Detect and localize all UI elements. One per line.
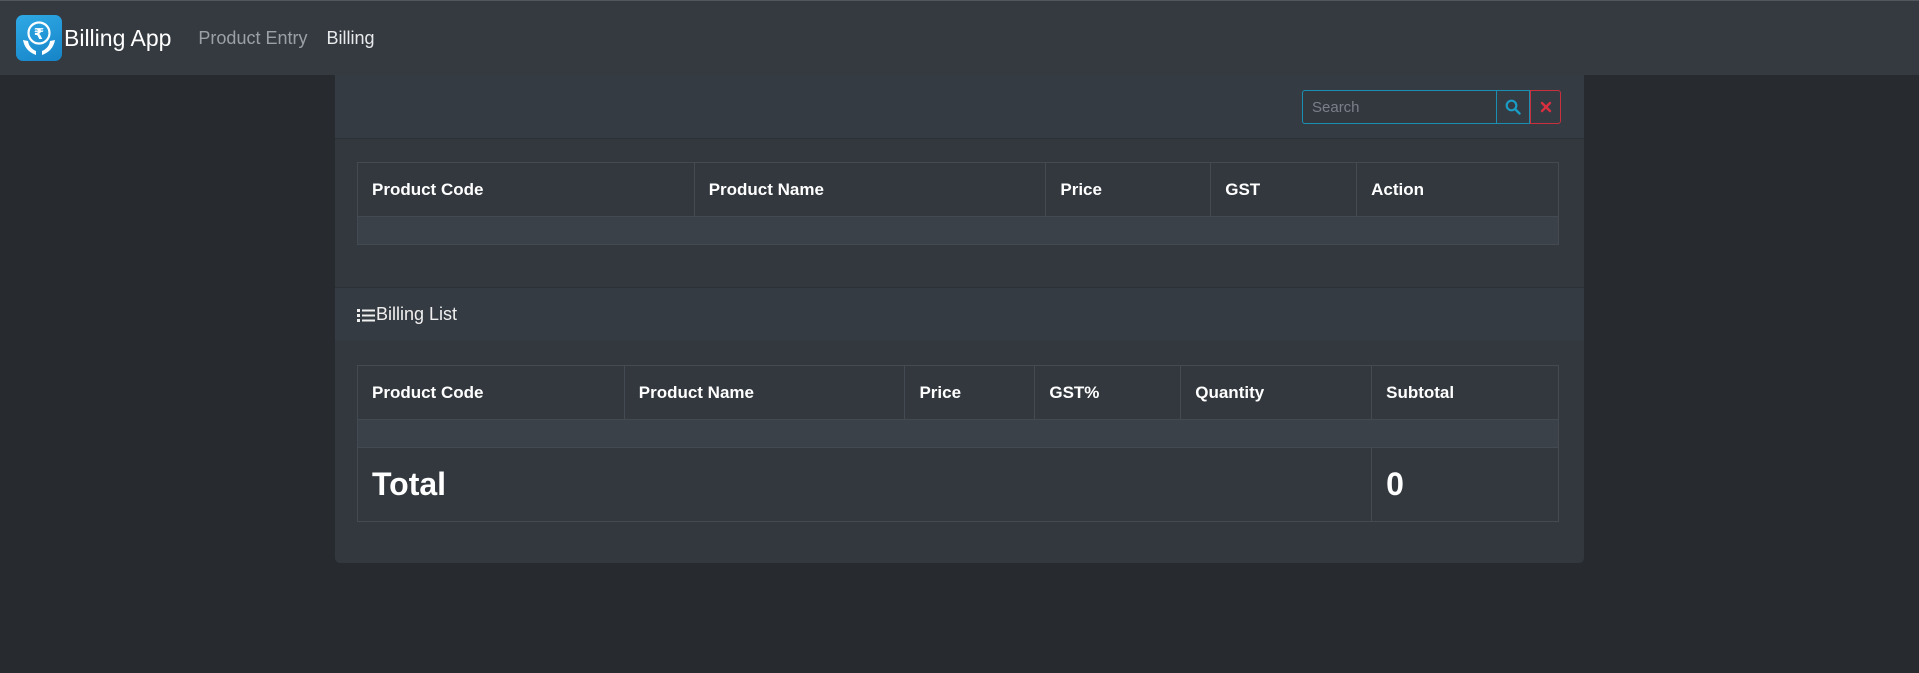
table-row (357, 216, 1559, 245)
header-price: Price (904, 365, 1036, 420)
product-table: Product Code Product Name Price GST Acti… (357, 162, 1559, 245)
header-product-name: Product Name (693, 162, 1047, 217)
header-gst-percent: GST% (1034, 365, 1182, 420)
header-gst: GST (1210, 162, 1358, 217)
total-value: 0 (1371, 447, 1559, 522)
rupee-hand-icon: ₹ (16, 15, 62, 61)
search-header (335, 75, 1584, 139)
total-label: Total (356, 447, 1373, 522)
navbar: ₹ Billing App Product Entry Billing (0, 0, 1919, 75)
main-card: Product Code Product Name Price GST Acti… (335, 75, 1584, 563)
header-action: Action (1356, 162, 1559, 217)
billing-table-header: Product Code Product Name Price GST% Qua… (357, 365, 1559, 420)
search-icon (1505, 99, 1521, 115)
product-table-header: Product Code Product Name Price GST Acti… (357, 162, 1559, 217)
search-group (1302, 90, 1561, 124)
header-subtotal: Subtotal (1371, 365, 1559, 420)
billing-list-header: Billing List (335, 287, 1584, 341)
search-input[interactable] (1302, 90, 1496, 124)
nav-billing[interactable]: Billing (326, 28, 374, 49)
billing-list-label: Billing List (376, 304, 458, 324)
table-row (357, 419, 1559, 448)
billing-table: Product Code Product Name Price GST% Qua… (356, 365, 1559, 522)
billing-list-title: Billing List (357, 304, 457, 325)
close-icon (1540, 101, 1551, 113)
nav-product-entry[interactable]: Product Entry (198, 28, 307, 49)
search-button[interactable] (1496, 90, 1530, 124)
header-quantity: Quantity (1180, 365, 1373, 420)
clear-button[interactable] (1530, 90, 1561, 124)
header-product-code: Product Code (357, 365, 625, 420)
svg-text:₹: ₹ (34, 25, 44, 43)
header-product-name: Product Name (623, 365, 906, 420)
list-icon (357, 308, 375, 322)
header-price: Price (1045, 162, 1212, 217)
header-product-code: Product Code (357, 162, 695, 217)
brand-name: Billing App (64, 24, 172, 51)
brand[interactable]: ₹ Billing App (16, 15, 171, 61)
total-row: Total 0 (356, 447, 1559, 522)
